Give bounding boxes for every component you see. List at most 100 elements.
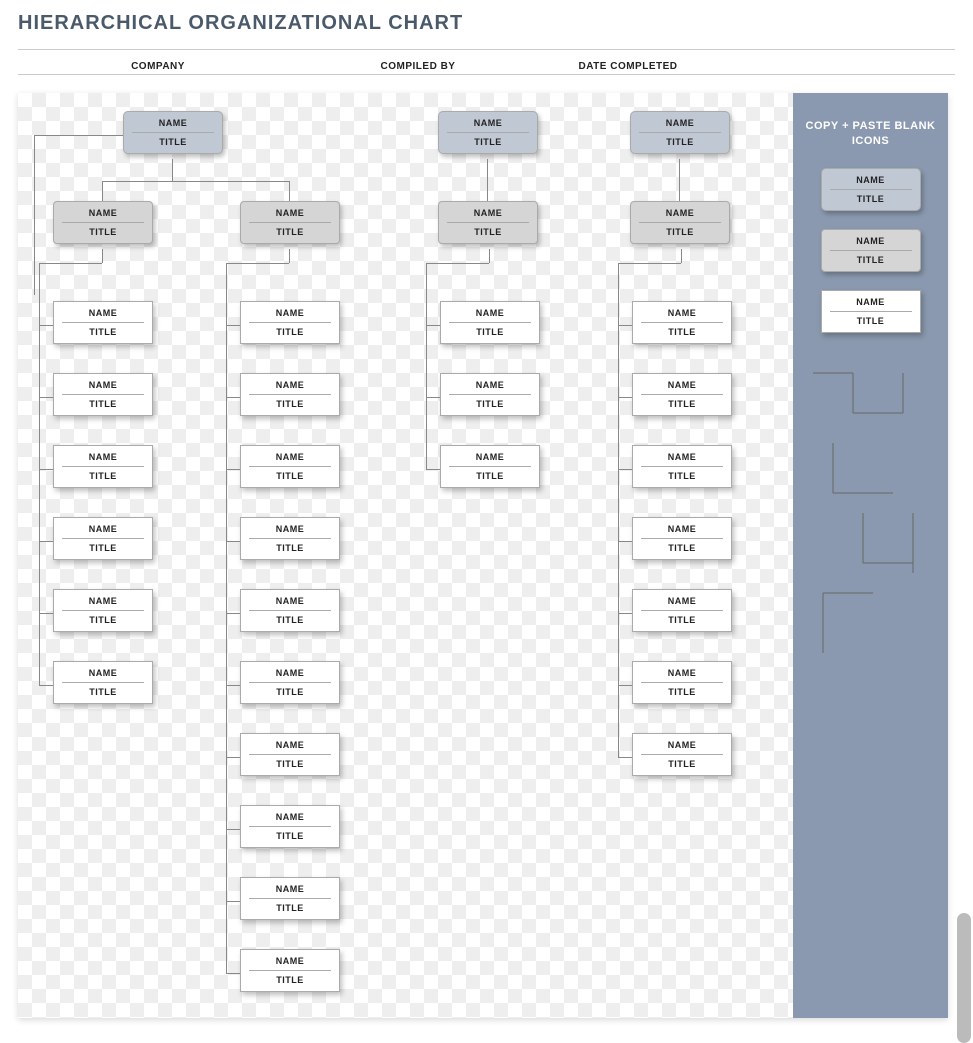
page-title: HIERARCHICAL ORGANIZATIONAL CHART [18,12,955,35]
org-node-name: NAME [633,374,731,394]
connector [102,249,103,263]
org-node-title: TITLE [633,611,731,631]
connector [618,469,632,470]
org-node-leaf[interactable]: NAMETITLE [632,661,732,704]
org-node-title: TITLE [633,683,731,703]
connector [618,757,632,758]
org-node-leaf[interactable]: NAMETITLE [53,301,153,344]
org-node-leaf[interactable]: NAMETITLE [240,589,340,632]
org-node-leaf[interactable]: NAMETITLE [53,517,153,560]
palette-node[interactable]: NAMETITLE [821,229,921,272]
org-node-leaf[interactable]: NAMETITLE [240,445,340,488]
connector [39,263,102,264]
org-node-leaf[interactable]: NAMETITLE [632,589,732,632]
org-node-name: NAME [124,112,222,132]
connector [226,263,289,264]
connector [681,249,682,263]
org-node-name: NAME [633,662,731,682]
org-node-name: NAME [633,446,731,466]
connector [618,685,632,686]
connector [226,829,240,830]
org-node-name: NAME [241,662,339,682]
org-node-leaf[interactable]: NAMETITLE [632,445,732,488]
org-node-name: NAME [54,518,152,538]
org-chart-canvas[interactable]: COPY + PASTE BLANK ICONS NAMETITLENAMETI… [18,93,948,1018]
org-node-name: NAME [822,291,920,311]
org-node-leaf[interactable]: NAMETITLE [632,733,732,776]
org-node-title: TITLE [241,467,339,487]
org-node-leaf[interactable]: NAMETITLE [53,589,153,632]
org-node-leaf[interactable]: NAMETITLE [240,301,340,344]
org-node-name: NAME [241,950,339,970]
org-node-leaf[interactable]: NAMETITLE [632,517,732,560]
org-node-leaf[interactable]: NAMETITLE [53,373,153,416]
org-node-title: TITLE [439,223,537,243]
connector [426,397,440,398]
org-node-leaf[interactable]: NAMETITLE [240,733,340,776]
org-node-title: TITLE [822,190,920,210]
connector [487,159,488,181]
scrollbar-thumb[interactable] [957,913,971,1043]
org-node-leaf[interactable]: NAMETITLE [240,949,340,992]
org-node-name: NAME [241,590,339,610]
palette-node[interactable]: NAMETITLE [821,290,921,333]
connector [618,613,632,614]
connector [679,159,680,181]
org-node-name: NAME [441,302,539,322]
org-node-leaf[interactable]: NAMETITLE [240,373,340,416]
connector [226,325,240,326]
org-node-title: TITLE [241,899,339,919]
org-node-mid[interactable]: NAMETITLE [630,201,730,244]
org-node-title: TITLE [241,611,339,631]
org-node-name: NAME [631,112,729,132]
connector [34,135,35,225]
connector [618,325,632,326]
org-node-leaf[interactable]: NAMETITLE [440,301,540,344]
org-node-title: TITLE [241,223,339,243]
org-node-name: NAME [241,202,339,222]
org-node-leaf[interactable]: NAMETITLE [440,373,540,416]
org-node-name: NAME [822,230,920,250]
org-node-leaf[interactable]: NAMETITLE [240,877,340,920]
connector [226,757,240,758]
meta-company-label: COMPANY [18,50,298,74]
org-node-name: NAME [241,734,339,754]
org-node-name: NAME [241,806,339,826]
org-node-leaf[interactable]: NAMETITLE [440,445,540,488]
connector [226,263,227,973]
org-node-title: TITLE [633,323,731,343]
org-node-top[interactable]: NAMETITLE [438,111,538,154]
org-node-mid[interactable]: NAMETITLE [240,201,340,244]
connector [226,901,240,902]
org-node-leaf[interactable]: NAMETITLE [240,517,340,560]
org-node-name: NAME [241,374,339,394]
org-node-top[interactable]: NAMETITLE [123,111,223,154]
org-node-title: TITLE [822,312,920,332]
connector [618,263,619,757]
org-node-title: TITLE [54,683,152,703]
org-node-name: NAME [633,302,731,322]
org-node-leaf[interactable]: NAMETITLE [632,301,732,344]
connector [426,325,440,326]
org-node-leaf[interactable]: NAMETITLE [632,373,732,416]
org-node-name: NAME [54,590,152,610]
org-node-name: NAME [441,374,539,394]
palette-node[interactable]: NAMETITLE [821,168,921,211]
meta-date-label: DATE COMPLETED [538,50,718,74]
org-node-title: TITLE [822,251,920,271]
org-node-mid[interactable]: NAMETITLE [53,201,153,244]
connector [226,469,240,470]
org-node-name: NAME [241,446,339,466]
org-node-leaf[interactable]: NAMETITLE [240,661,340,704]
meta-row: COMPANY COMPILED BY DATE COMPLETED [18,49,955,75]
org-node-name: NAME [241,878,339,898]
org-node-leaf[interactable]: NAMETITLE [53,445,153,488]
org-node-top[interactable]: NAMETITLE [630,111,730,154]
org-node-name: NAME [54,302,152,322]
connector [618,541,632,542]
org-node-leaf[interactable]: NAMETITLE [240,805,340,848]
org-node-title: TITLE [241,971,339,991]
connector [226,973,240,974]
org-node-leaf[interactable]: NAMETITLE [53,661,153,704]
org-node-mid[interactable]: NAMETITLE [438,201,538,244]
